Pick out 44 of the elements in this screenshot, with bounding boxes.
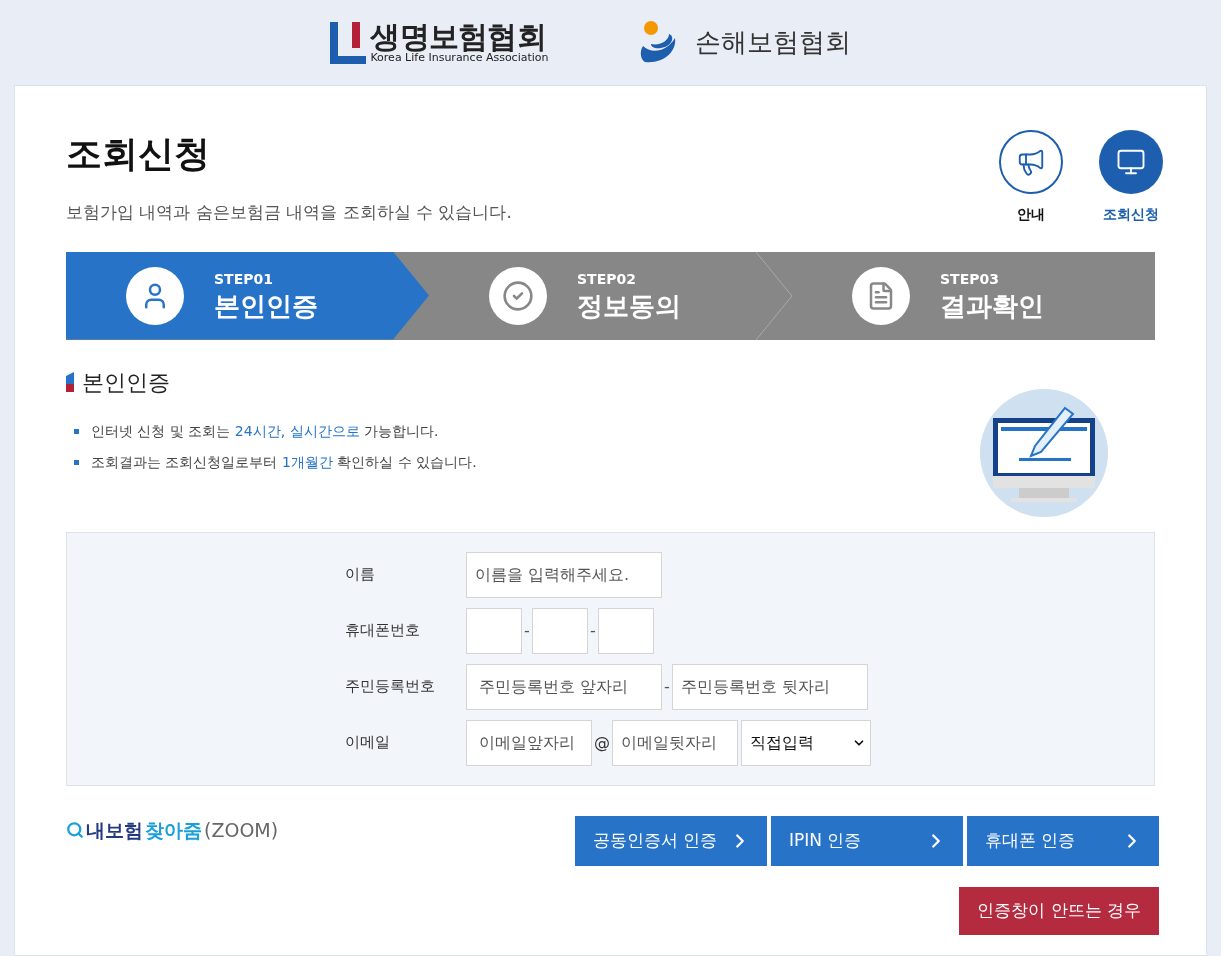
separator: - [589,619,597,642]
rrn-back-field[interactable]: 주민등록번호 뒷자리 [672,663,868,710]
section-marker-icon [66,372,74,392]
email-domain-field[interactable]: 이메일뒷자리 [612,719,738,766]
step-label: 결과확인 [940,289,1044,323]
zoom-link[interactable]: 내보험 찾아줌(ZOOM) [66,815,279,844]
field-label: 휴대폰번호 [345,620,421,642]
rrn-front-field[interactable]: 주민등록번호 앞자리 [466,663,662,710]
at-sign: @ [593,731,611,754]
bullet-icon [74,459,79,465]
check-circle-icon [502,279,534,312]
step-label: 정보동의 [577,289,681,323]
separator: - [663,675,671,698]
section-title: 본인인증 [82,368,170,397]
page-subtitle: 보험가입 내역과 숨은보험금 내역을 조회하실 수 있습니다. [66,201,512,224]
field-label: 이름 [345,564,376,586]
search-icon [66,820,84,839]
logo-title: 손해보험협회 [694,26,851,59]
auth-button[interactable]: 휴대폰 인증 [967,815,1159,866]
logo-title: 생명보험협회 [370,22,546,52]
auth-button[interactable]: IPIN 인증 [771,815,963,866]
auth-button[interactable]: 공동인증서 인증 [575,815,767,866]
field-label: 주민등록번호 [345,676,436,698]
step-label: 본인인증 [214,289,318,323]
help-button[interactable]: 인증창이 안뜨는 경우 [959,886,1159,935]
step-number: STEP02 [577,269,637,289]
email-domain-select[interactable]: 직접입력 [741,719,871,766]
step-number: STEP03 [940,269,1000,289]
bullet-icon [74,428,79,434]
logo-icon [330,21,367,64]
name-field[interactable]: 이름을 입력해주세요. [466,551,662,598]
separator: - [523,619,531,642]
logo-subtitle: Korea Life Insurance Association [370,52,549,63]
phone-field[interactable] [466,607,522,654]
phone-field[interactable] [598,607,654,654]
email-local-field[interactable]: 이메일앞자리 [466,719,592,766]
field-label: 이메일 [345,732,391,754]
step-number: STEP01 [214,269,274,289]
phone-field[interactable] [532,607,588,654]
page-title: 조회신청 [66,136,211,172]
megaphone-icon [1016,147,1046,177]
notice-text: 인터넷 신청 및 조회는 24시간, 실시간으로 가능합니다. [91,421,439,441]
notice-text: 조회결과는 조회신청일로부터 1개월간 확인하실 수 있습니다. [91,452,477,472]
monitor-icon [1116,147,1146,177]
